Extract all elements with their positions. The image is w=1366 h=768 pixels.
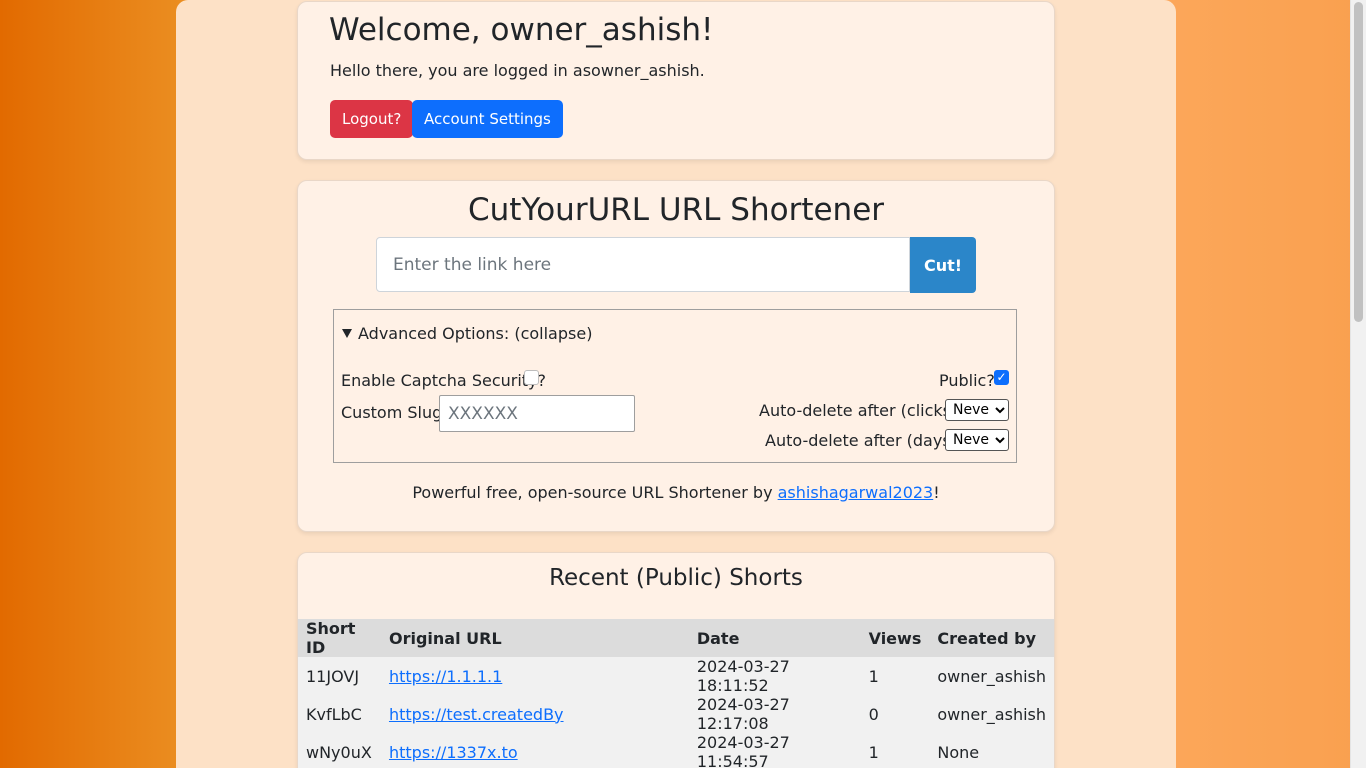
account-settings-button[interactable]: Account Settings [412,100,563,138]
auto-delete-days-select[interactable]: Never [945,429,1009,451]
captcha-label: Enable Captcha Security? [341,371,547,390]
clicks-label: Auto-delete after (clicks): [759,401,963,420]
advanced-options-label: Advanced Options: (collapse) [358,324,593,343]
column-header-short-id: Short ID [298,619,381,657]
date-cell: 2024-03-27 18:11:52 [688,657,861,695]
captcha-checkbox[interactable] [524,370,539,385]
date-cell: 2024-03-27 11:54:57 [688,733,861,768]
original-url-link[interactable]: https://1.1.1.1 [389,667,502,686]
views-cell: 0 [860,695,930,733]
original-url-cell: https://test.createdBy [380,695,689,733]
public-label: Public? [939,371,995,390]
date-cell: 2024-03-27 12:17:08 [688,695,861,733]
column-header-views: Views [860,619,930,657]
column-header-original-url: Original URL [380,619,689,657]
original-url-link[interactable]: https://1337x.to [389,743,518,762]
views-cell: 1 [860,733,930,768]
shortener-card: CutYourURL URL Shortener Cut! Advanced O… [297,180,1055,532]
shortener-title: CutYourURL URL Shortener [467,192,885,228]
advanced-options-panel: Advanced Options: (collapse) Enable Capt… [333,309,1017,463]
cut-button[interactable]: Cut! [910,237,976,293]
views-cell: 1 [860,657,930,695]
created-by-cell: None [929,733,1054,768]
days-label: Auto-delete after (days): [765,431,963,450]
slug-label: Custom Slug: [341,403,448,422]
footer-suffix: ! [933,483,940,502]
link-input[interactable] [376,237,910,292]
table-row: wNy0uX https://1337x.to 2024-03-27 11:54… [298,733,1054,768]
recent-shorts-title: Recent (Public) Shorts [549,565,803,591]
original-url-cell: https://1.1.1.1 [380,657,689,695]
auto-delete-clicks-select[interactable]: Never [945,399,1009,421]
logout-button[interactable]: Logout? [330,100,414,138]
author-link[interactable]: ashishagarwal2023 [778,483,934,502]
footer-note: Powerful free, open-source URL Shortener… [298,483,1054,502]
welcome-title: Welcome, owner_ashish! [329,12,714,48]
short-id-cell: KvfLbC [298,695,381,733]
public-checkbox[interactable]: ✓ [994,370,1009,385]
table-header-row: Short ID Original URL Date Views Created… [298,619,1054,657]
column-header-date: Date [688,619,861,657]
table-row: KvfLbC https://test.createdBy 2024-03-27… [298,695,1054,733]
login-message: Hello there, you are logged in asowner_a… [330,61,705,80]
footer-text: Powerful free, open-source URL Shortener… [412,483,773,502]
created-by-cell: owner_ashish [929,695,1054,733]
advanced-options-toggle[interactable]: Advanced Options: (collapse) [342,324,592,343]
original-url-cell: https://1337x.to [380,733,689,768]
created-by-cell: owner_ashish [929,657,1054,695]
table-row: 11JOVJ https://1.1.1.1 2024-03-27 18:11:… [298,657,1054,695]
scrollbar-thumb[interactable] [1354,2,1363,322]
triangle-down-icon [342,329,352,338]
original-url-link[interactable]: https://test.createdBy [389,705,564,724]
welcome-card: Welcome, owner_ashish! Hello there, you … [297,1,1055,160]
recent-shorts-table: Short ID Original URL Date Views Created… [298,619,1054,768]
short-id-cell: wNy0uX [298,733,381,768]
short-id-cell: 11JOVJ [298,657,381,695]
vertical-scrollbar[interactable] [1350,0,1366,768]
custom-slug-input[interactable] [439,395,635,432]
column-header-created-by: Created by [929,619,1054,657]
recent-shorts-card: Recent (Public) Shorts Short ID Original… [297,552,1055,768]
